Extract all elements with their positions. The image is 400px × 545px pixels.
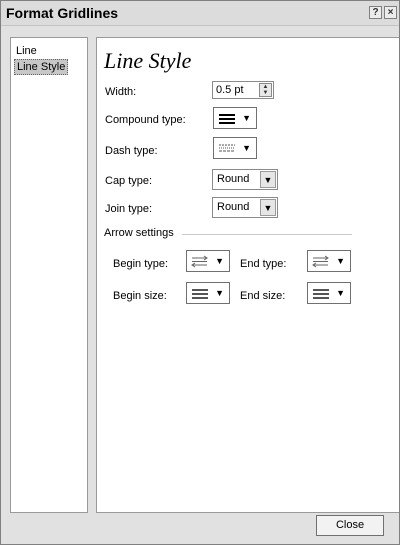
format-gridlines-dialog: Format Gridlines ? × Line Line Style Lin… — [0, 0, 400, 545]
size-lines-icon — [313, 289, 329, 299]
compound-type-button[interactable]: ▼ — [213, 107, 257, 129]
width-spinner[interactable]: 0.5 pt ▲ ▼ — [212, 81, 274, 99]
nav-item-line[interactable]: Line — [14, 44, 39, 58]
arrow-settings-divider — [182, 234, 352, 235]
line-style-panel: Line Style Width: 0.5 pt ▲ ▼ Compound typ… — [96, 37, 399, 513]
begin-type-label: Begin type: — [113, 258, 169, 270]
chevron-down-icon: ▼ — [336, 288, 345, 298]
dash-lines-icon — [219, 144, 235, 152]
close-button[interactable]: Close — [316, 515, 384, 536]
arrow-type-icon — [191, 255, 208, 268]
chevron-down-icon: ▼ — [215, 256, 224, 266]
arrow-settings-label: Arrow settings — [104, 227, 174, 239]
chevron-down-icon: ▼ — [242, 143, 251, 153]
join-type-value: Round — [217, 201, 250, 213]
begin-type-button[interactable]: ▼ — [186, 250, 230, 272]
close-x-button[interactable]: × — [384, 6, 397, 19]
begin-size-label: Begin size: — [113, 290, 167, 302]
chevron-down-icon[interactable]: ▼ — [260, 199, 276, 216]
cap-type-label: Cap type: — [105, 175, 153, 187]
help-button[interactable]: ? — [369, 6, 382, 19]
join-type-select[interactable]: Round ▼ — [212, 197, 278, 218]
category-list: Line Line Style — [10, 37, 88, 513]
width-value: 0.5 pt — [216, 84, 244, 96]
cap-type-select[interactable]: Round ▼ — [212, 169, 278, 190]
panel-heading: Line Style — [104, 48, 192, 73]
begin-size-button[interactable]: ▼ — [186, 282, 230, 304]
spinner-arrows-icon[interactable]: ▲ ▼ — [259, 83, 272, 97]
chevron-down-icon: ▼ — [336, 256, 345, 266]
end-size-button[interactable]: ▼ — [307, 282, 351, 304]
arrow-type-icon — [312, 255, 329, 268]
end-type-label: End type: — [240, 258, 287, 270]
join-type-label: Join type: — [105, 203, 153, 215]
compound-type-label: Compound type: — [105, 114, 186, 126]
cap-type-value: Round — [217, 173, 250, 185]
end-size-label: End size: — [240, 290, 286, 302]
chevron-down-icon: ▼ — [215, 288, 224, 298]
size-lines-icon — [192, 289, 208, 299]
width-label: Width: — [105, 86, 137, 98]
chevron-down-icon[interactable]: ▼ — [260, 171, 276, 188]
title-bar: Format Gridlines ? × — [1, 1, 399, 26]
compound-lines-icon — [219, 114, 235, 124]
dash-type-label: Dash type: — [105, 145, 158, 157]
nav-item-line-style[interactable]: Line Style — [14, 59, 69, 75]
end-type-button[interactable]: ▼ — [307, 250, 351, 272]
dash-type-button[interactable]: ▼ — [213, 137, 257, 159]
chevron-down-icon: ▼ — [242, 113, 251, 123]
dialog-title: Format Gridlines — [6, 5, 119, 21]
